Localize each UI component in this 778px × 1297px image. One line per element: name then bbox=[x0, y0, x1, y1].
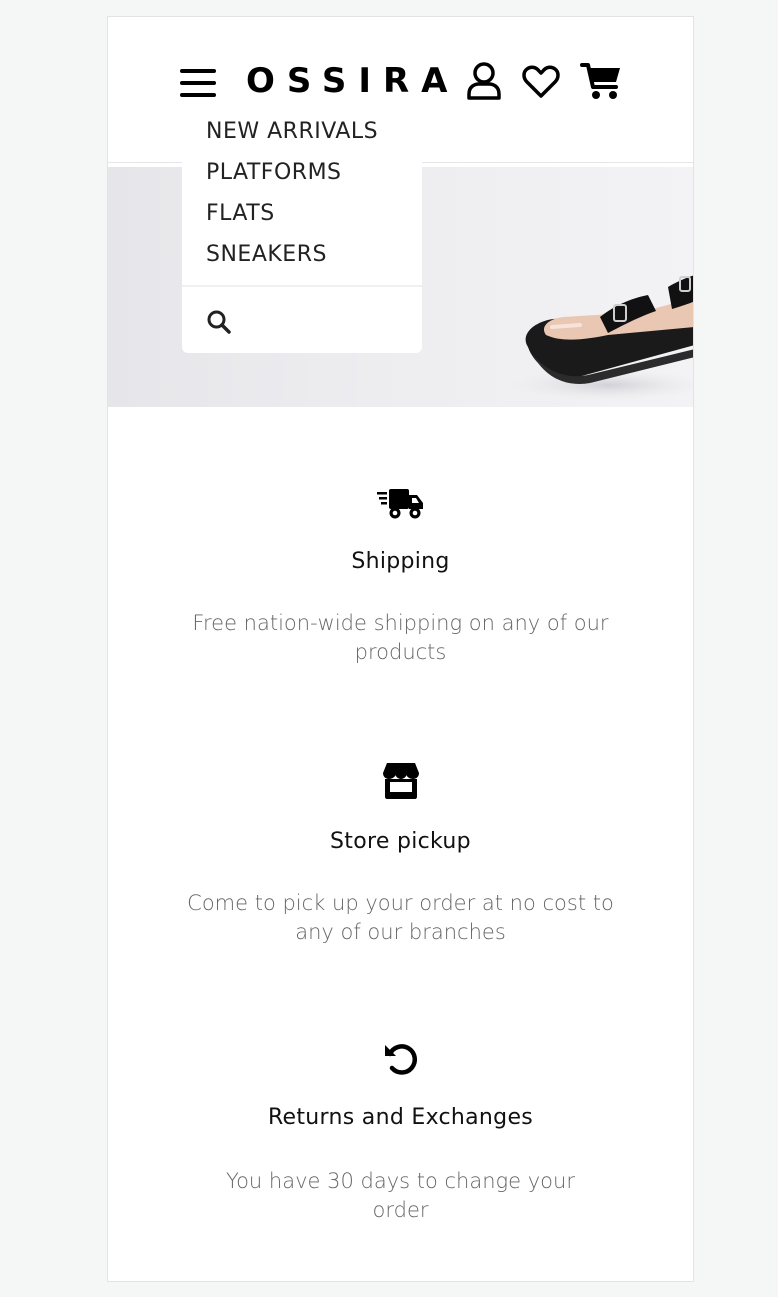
menu-item-sneakers[interactable]: SNEAKERS bbox=[206, 241, 327, 269]
search-icon[interactable] bbox=[206, 309, 232, 335]
feature-description: Free nation-wide shipping on any of our … bbox=[192, 611, 609, 664]
menu-item-new-arrivals[interactable]: NEW ARRIVALS bbox=[206, 118, 378, 146]
feature-shipping: Shipping Free nation-wide shipping on an… bbox=[108, 477, 693, 677]
menu-item-flats[interactable]: FLATS bbox=[206, 200, 275, 228]
menu-divider bbox=[182, 285, 422, 287]
feature-description: Come to pick up your order at no cost to… bbox=[187, 891, 614, 944]
feature-returns: Returns and Exchanges You have 30 days t… bbox=[108, 1035, 693, 1235]
heart-icon[interactable] bbox=[522, 65, 560, 99]
menu-item-platforms[interactable]: PLATFORMS bbox=[206, 159, 342, 187]
feature-title: Store pickup bbox=[330, 829, 471, 854]
user-icon[interactable] bbox=[466, 61, 502, 101]
site-logo[interactable]: OSSIRA bbox=[246, 61, 460, 101]
cart-icon[interactable] bbox=[580, 61, 624, 101]
hamburger-icon[interactable] bbox=[180, 67, 216, 99]
rotate-left-icon bbox=[383, 1041, 419, 1077]
truck-fast-icon bbox=[376, 485, 425, 521]
store-icon bbox=[381, 763, 421, 799]
page-frame: OSSIRA NEW ARRIVALS PLATFORMS FLATS SNEA… bbox=[107, 16, 694, 1282]
feature-title: Shipping bbox=[351, 549, 450, 574]
feature-description: You have 30 days to change your order bbox=[226, 1169, 575, 1222]
feature-store-pickup: Store pickup Come to pick up your order … bbox=[108, 757, 693, 957]
nav-dropdown-menu: NEW ARRIVALS PLATFORMS FLATS SNEAKERS bbox=[182, 117, 422, 353]
feature-title: Returns and Exchanges bbox=[267, 1105, 534, 1130]
